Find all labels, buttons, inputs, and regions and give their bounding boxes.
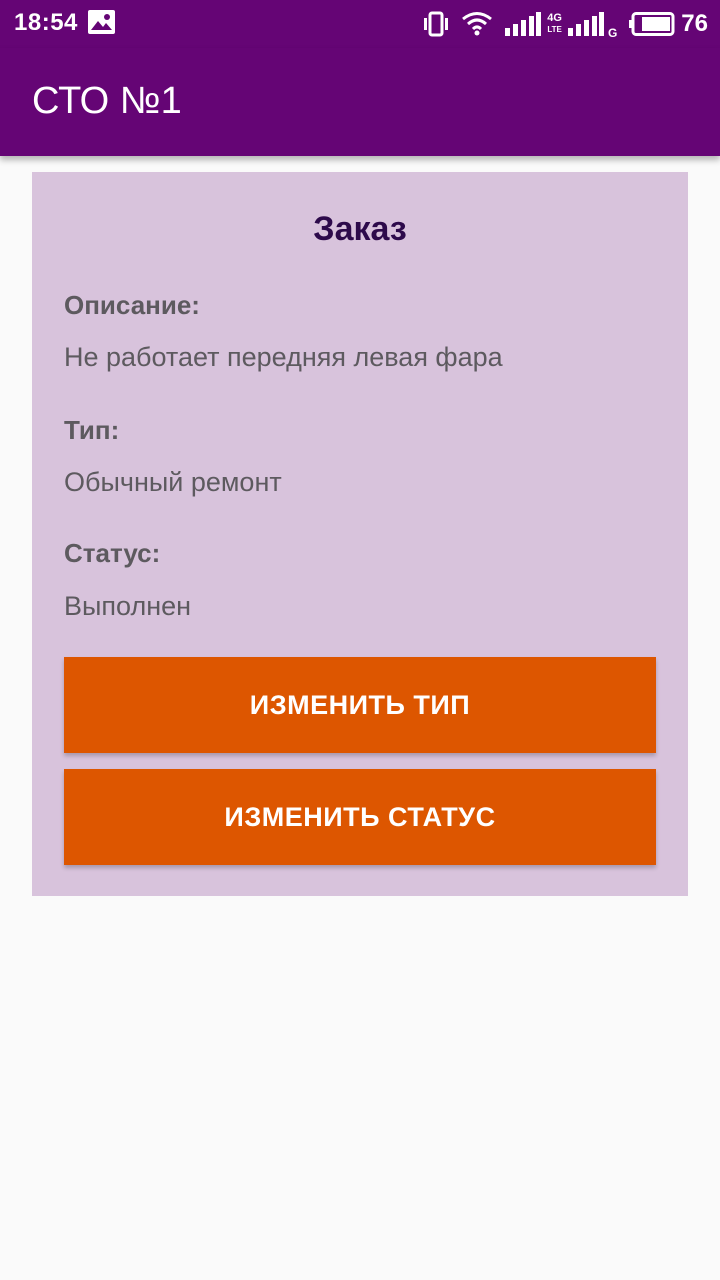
signal-icon bbox=[505, 12, 542, 36]
change-type-button[interactable]: ИЗМЕНИТЬ ТИП bbox=[64, 657, 656, 753]
battery-icon bbox=[629, 12, 675, 36]
status-value: Выполнен bbox=[64, 591, 192, 621]
status-icons: 4G LTE G 76 bbox=[411, 8, 708, 40]
wifi-icon bbox=[462, 12, 493, 36]
network-lte-label: LTE bbox=[547, 25, 562, 34]
type-value: Обычный ремонт bbox=[64, 467, 282, 497]
status-label: Статус: bbox=[64, 538, 161, 568]
network-g-label: G bbox=[607, 26, 618, 40]
description-value: Не работает передняя левая фара bbox=[64, 342, 503, 372]
battery-level: 76 bbox=[681, 10, 708, 37]
description-label: Описание: bbox=[64, 290, 200, 320]
vibrate-icon bbox=[424, 11, 449, 37]
image-notification-icon bbox=[88, 10, 115, 34]
app-screen: 18:54 4G LTE G 76 СТО №1 Заказ Описание:… bbox=[0, 0, 720, 1280]
change-status-button[interactable]: ИЗМЕНИТЬ СТАТУС bbox=[64, 769, 656, 865]
status-bar: 18:54 4G LTE G 76 bbox=[0, 0, 720, 48]
network-4g-label: 4G bbox=[547, 12, 562, 24]
signal-icon bbox=[567, 12, 604, 36]
order-title: Заказ bbox=[313, 210, 407, 248]
app-bar: СТО №1 bbox=[0, 48, 720, 156]
network-type-4g-lte: 4G LTE bbox=[547, 13, 562, 35]
status-time: 18:54 bbox=[14, 9, 78, 36]
app-title: СТО №1 bbox=[32, 80, 182, 122]
type-label: Тип: bbox=[64, 415, 120, 445]
